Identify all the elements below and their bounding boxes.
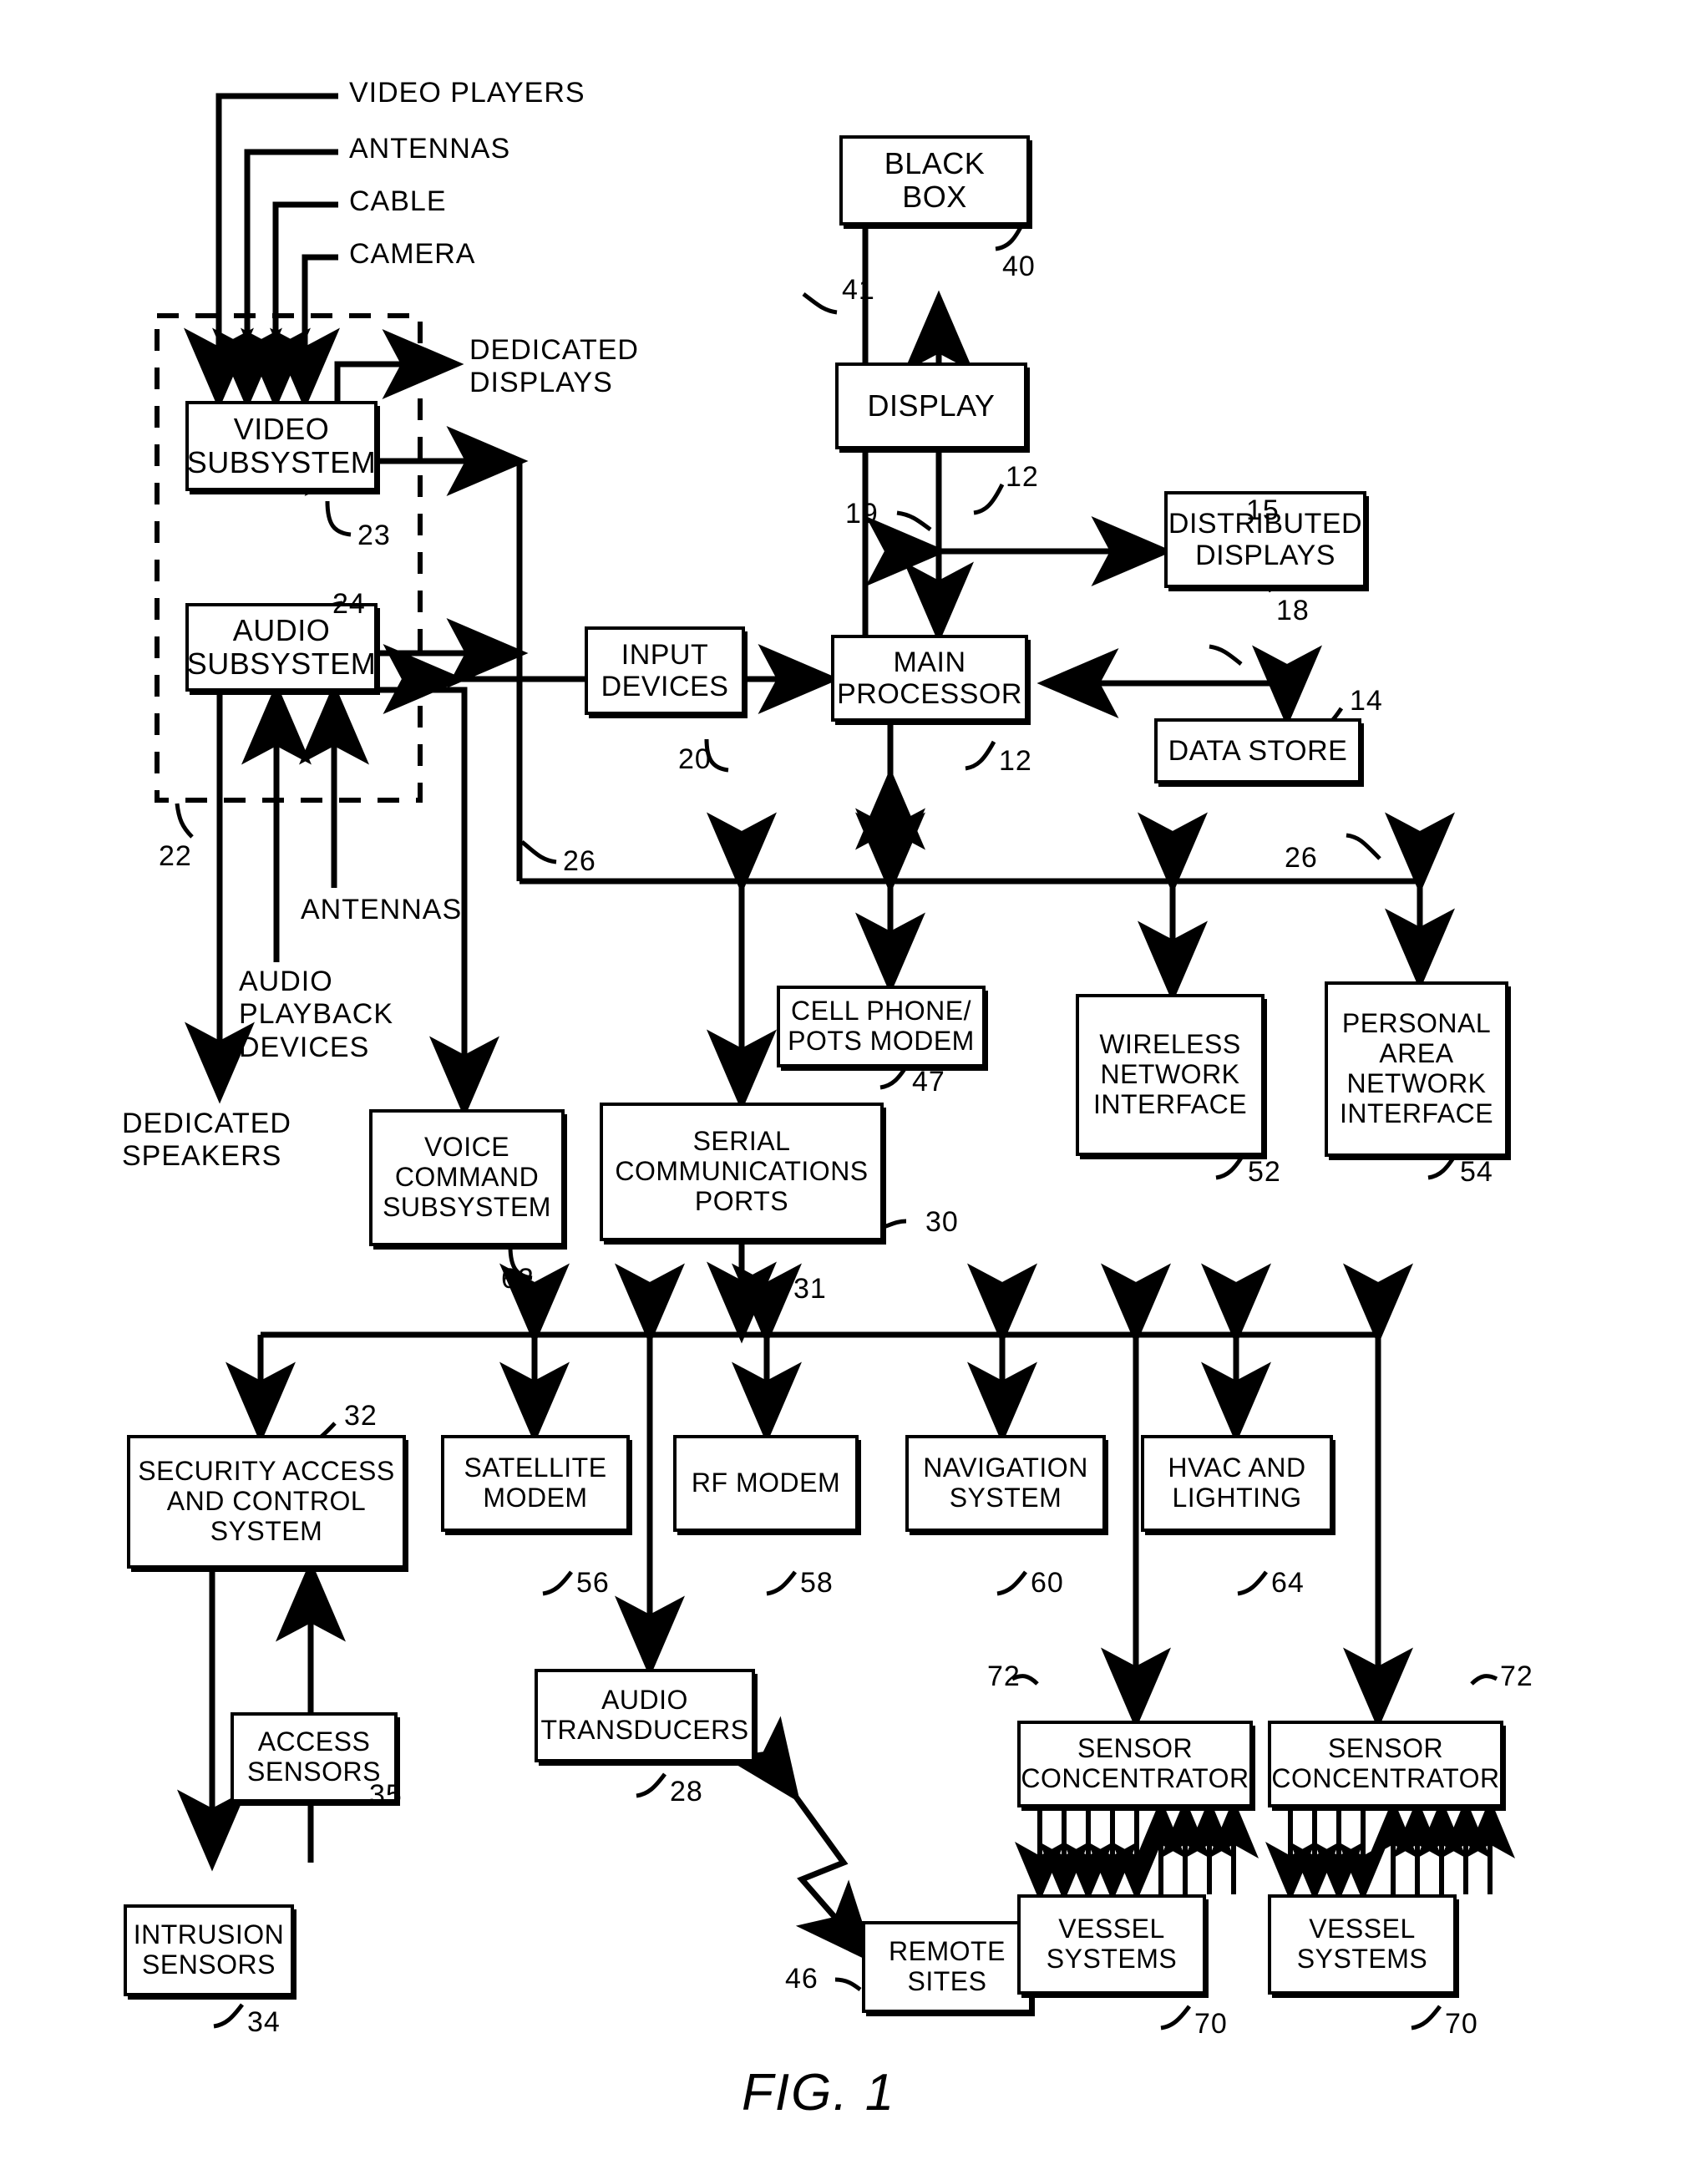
- label-antennas-top: ANTENNAS: [349, 133, 511, 165]
- node-label: NAVIGATION SYSTEM: [923, 1453, 1088, 1513]
- ref-18: 18: [1276, 595, 1310, 626]
- node-satellite-modem[interactable]: SATELLITE MODEM: [441, 1435, 630, 1532]
- node-rf-modem[interactable]: RF MODEM: [673, 1435, 859, 1532]
- label-dedicated-speakers: DEDICATED SPEAKERS: [122, 1108, 291, 1173]
- ref-56: 56: [576, 1567, 610, 1599]
- ref-31: 31: [793, 1273, 827, 1305]
- node-label: INPUT DEVICES: [601, 638, 729, 702]
- ref-34: 34: [247, 2006, 281, 2038]
- ref-35: 35: [369, 1779, 403, 1811]
- node-label: HVAC AND LIGHTING: [1168, 1453, 1306, 1513]
- node-label: VIDEO SUBSYSTEM: [186, 411, 377, 479]
- node-label: SERIAL COMMUNICATIONS PORTS: [615, 1126, 869, 1216]
- node-hvac-and-lighting[interactable]: HVAC AND LIGHTING: [1141, 1435, 1333, 1532]
- node-label: RF MODEM: [691, 1468, 841, 1498]
- ref-58: 58: [800, 1567, 834, 1599]
- ref-14: 14: [1350, 685, 1383, 717]
- node-video-subsystem[interactable]: VIDEO SUBSYSTEM: [185, 401, 378, 491]
- node-label: CELL PHONE/ POTS MODEM: [788, 996, 975, 1056]
- node-black-box[interactable]: BLACK BOX: [839, 135, 1030, 226]
- ref-54: 54: [1460, 1156, 1493, 1188]
- node-sensor-concentrator-right[interactable]: SENSOR CONCENTRATOR: [1268, 1721, 1503, 1807]
- ref-12-display: 12: [1006, 461, 1039, 493]
- ref-20: 20: [678, 743, 712, 775]
- label-audio-playback-devices: AUDIO PLAYBACK DEVICES: [239, 966, 394, 1063]
- ref-32: 32: [344, 1400, 378, 1432]
- node-personal-area-network-interface[interactable]: PERSONAL AREA NETWORK INTERFACE: [1325, 981, 1508, 1157]
- node-label: AUDIO TRANSDUCERS: [540, 1685, 749, 1745]
- label-dedicated-displays: DEDICATED DISPLAYS: [469, 334, 639, 399]
- ref-52: 52: [1248, 1156, 1281, 1188]
- node-vessel-systems-left[interactable]: VESSEL SYSTEMS: [1017, 1894, 1206, 1995]
- ref-26-right: 26: [1285, 842, 1318, 874]
- node-label: VESSEL SYSTEMS: [1046, 1914, 1178, 1974]
- node-input-devices[interactable]: INPUT DEVICES: [585, 626, 745, 715]
- node-cell-phone-pots-modem[interactable]: CELL PHONE/ POTS MODEM: [777, 986, 986, 1067]
- ref-30: 30: [925, 1206, 959, 1238]
- ref-40: 40: [1002, 251, 1036, 282]
- figure-caption: FIG. 1: [742, 2064, 896, 2122]
- ref-47: 47: [912, 1066, 945, 1098]
- ref-62: 62: [501, 1263, 535, 1295]
- node-label: REMOTE SITES: [889, 1936, 1006, 1996]
- node-label: MAIN PROCESSOR: [837, 646, 1022, 710]
- node-label: SECURITY ACCESS AND CONTROL SYSTEM: [138, 1456, 395, 1546]
- node-remote-sites[interactable]: REMOTE SITES: [862, 1921, 1032, 2013]
- ref-24: 24: [332, 588, 366, 620]
- node-vessel-systems-right[interactable]: VESSEL SYSTEMS: [1268, 1894, 1457, 1995]
- patent-figure: VIDEO SUBSYSTEM AUDIO SUBSYSTEM BLACK BO…: [0, 0, 1708, 2175]
- ref-72-left: 72: [987, 1660, 1021, 1692]
- node-label: BLACK BOX: [884, 145, 986, 214]
- node-main-processor[interactable]: MAIN PROCESSOR: [831, 635, 1028, 722]
- node-audio-transducers[interactable]: AUDIO TRANSDUCERS: [535, 1669, 755, 1762]
- ref-72-right: 72: [1500, 1660, 1533, 1692]
- ref-70-left: 70: [1194, 2008, 1228, 2040]
- node-data-store[interactable]: DATA STORE: [1154, 718, 1361, 783]
- node-label: DISPLAY: [867, 388, 996, 423]
- ref-60: 60: [1031, 1567, 1064, 1599]
- ref-19: 19: [845, 498, 879, 530]
- node-label: INTRUSION SENSORS: [133, 1919, 285, 1980]
- ref-70-right: 70: [1445, 2008, 1478, 2040]
- node-intrusion-sensors[interactable]: INTRUSION SENSORS: [124, 1904, 294, 1996]
- ref-26-left: 26: [563, 845, 596, 877]
- node-security-access-and-control-system[interactable]: SECURITY ACCESS AND CONTROL SYSTEM: [127, 1435, 406, 1569]
- ref-23: 23: [357, 520, 391, 551]
- node-label: SENSOR CONCENTRATOR: [1271, 1733, 1500, 1793]
- node-label: SENSOR CONCENTRATOR: [1021, 1733, 1249, 1793]
- node-label: DATA STORE: [1168, 734, 1348, 767]
- node-sensor-concentrator-left[interactable]: SENSOR CONCENTRATOR: [1017, 1721, 1253, 1807]
- node-navigation-system[interactable]: NAVIGATION SYSTEM: [905, 1435, 1106, 1532]
- label-camera: CAMERA: [349, 238, 476, 270]
- ref-15: 15: [1246, 494, 1280, 526]
- ref-64: 64: [1271, 1567, 1305, 1599]
- node-label: SATELLITE MODEM: [464, 1453, 607, 1513]
- node-label: AUDIO SUBSYSTEM: [186, 612, 377, 681]
- node-label: PERSONAL AREA NETWORK INTERFACE: [1339, 1008, 1494, 1128]
- node-wireless-network-interface[interactable]: WIRELESS NETWORK INTERFACE: [1076, 994, 1265, 1156]
- ref-41: 41: [842, 274, 875, 306]
- ref-22: 22: [159, 840, 192, 872]
- node-serial-communications-ports[interactable]: SERIAL COMMUNICATIONS PORTS: [600, 1103, 884, 1241]
- label-video-players: VIDEO PLAYERS: [349, 77, 585, 109]
- ref-28: 28: [670, 1776, 703, 1807]
- label-cable: CABLE: [349, 185, 447, 217]
- node-label: VOICE COMMAND SUBSYSTEM: [383, 1132, 551, 1222]
- label-antennas-audio: ANTENNAS: [301, 894, 463, 925]
- ref-46: 46: [785, 1963, 819, 1995]
- node-display[interactable]: DISPLAY: [835, 362, 1027, 449]
- node-voice-command-subsystem[interactable]: VOICE COMMAND SUBSYSTEM: [369, 1109, 565, 1246]
- ref-12-main-processor: 12: [999, 745, 1032, 777]
- node-label: WIRELESS NETWORK INTERFACE: [1092, 1029, 1248, 1119]
- node-label: VESSEL SYSTEMS: [1296, 1914, 1428, 1974]
